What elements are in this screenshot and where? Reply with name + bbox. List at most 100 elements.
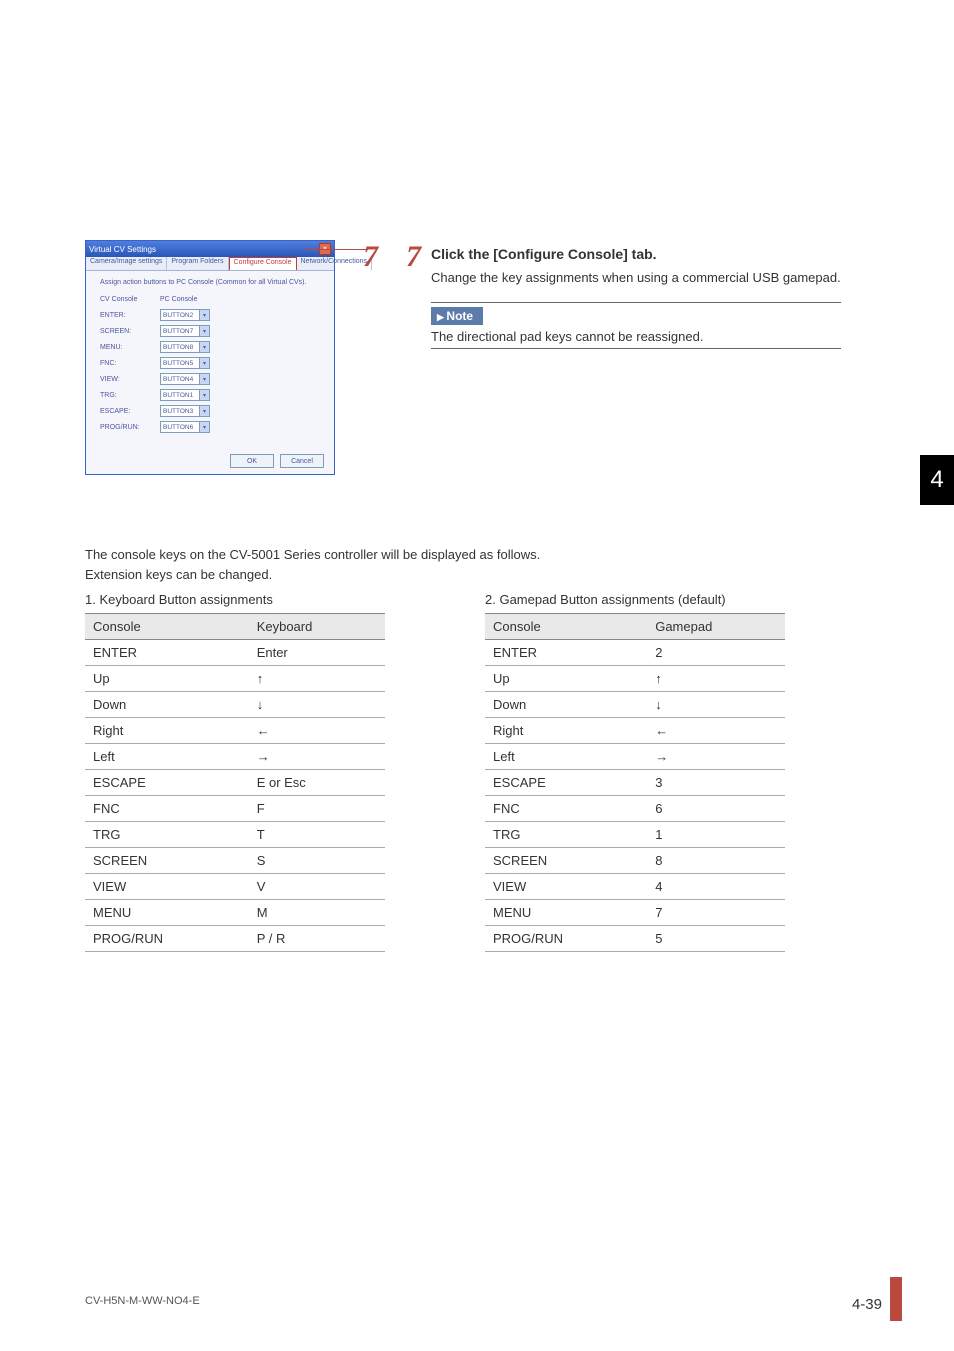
cell-value: 7: [647, 900, 785, 926]
table-row: ENTEREnter: [85, 640, 385, 666]
table-row: FNCF: [85, 796, 385, 822]
cell-console: ESCAPE: [485, 770, 647, 796]
tab-camera[interactable]: Camera/Image settings: [86, 257, 167, 270]
panel-description: Assign action buttons to PC Console (Com…: [100, 279, 320, 286]
table-row: TRGT: [85, 822, 385, 848]
chevron-down-icon: ▾: [199, 422, 209, 432]
tab-folders[interactable]: Program Folders: [167, 257, 228, 270]
table-row: FNC6: [485, 796, 785, 822]
row-label: TRG:: [100, 392, 160, 399]
cell-console: MENU: [85, 900, 249, 926]
table-row: Right←: [485, 718, 785, 744]
assignment-rows: ENTER:BUTTON2▾ SCREEN:BUTTON7▾ MENU:BUTT…: [100, 309, 320, 433]
table-row: PROG/RUN5: [485, 926, 785, 952]
button-select[interactable]: BUTTON2▾: [160, 309, 210, 321]
chevron-down-icon: ▾: [199, 342, 209, 352]
cell-value: ↓: [647, 692, 785, 718]
row-label: MENU:: [100, 344, 160, 351]
table-row: Down↓: [85, 692, 385, 718]
table-row: SCREENS: [85, 848, 385, 874]
cell-console: ENTER: [85, 640, 249, 666]
step-number-left: 7: [363, 240, 378, 274]
button-select[interactable]: BUTTON4▾: [160, 373, 210, 385]
cell-value: 3: [647, 770, 785, 796]
cell-value: ↑: [647, 666, 785, 692]
button-select[interactable]: BUTTON3▾: [160, 405, 210, 417]
table-row: ESCAPEE or Esc: [85, 770, 385, 796]
cell-console: TRG: [85, 822, 249, 848]
window-title: Virtual CV Settings: [89, 245, 156, 254]
button-select[interactable]: BUTTON1▾: [160, 389, 210, 401]
cell-value: M: [249, 900, 385, 926]
cell-value: P / R: [249, 926, 385, 952]
cell-value: S: [249, 848, 385, 874]
footer-accent-bar: [890, 1277, 902, 1321]
cell-value: →: [647, 744, 785, 770]
table2-caption: 2. Gamepad Button assignments (default): [485, 592, 785, 607]
chevron-down-icon: ▾: [199, 390, 209, 400]
note-text: The directional pad keys cannot be reass…: [431, 329, 841, 344]
cell-value: 2: [647, 640, 785, 666]
column-header-pc: PC Console: [160, 296, 197, 303]
chapter-tab: 4: [920, 455, 954, 505]
table-row: PROG/RUNP / R: [85, 926, 385, 952]
cell-console: VIEW: [85, 874, 249, 900]
cell-console: FNC: [485, 796, 647, 822]
th-console: Console: [485, 614, 647, 640]
cell-console: FNC: [85, 796, 249, 822]
chevron-down-icon: ▾: [199, 358, 209, 368]
cell-value: F: [249, 796, 385, 822]
tab-configure-console[interactable]: Configure Console: [229, 257, 297, 270]
cell-console: SCREEN: [85, 848, 249, 874]
footer-doc-id: CV-H5N-M-WW-NO4-E: [85, 1295, 200, 1307]
cell-value: Enter: [249, 640, 385, 666]
cell-value: ←: [647, 718, 785, 744]
table-row: VIEWV: [85, 874, 385, 900]
row-label: PROG/RUN:: [100, 424, 160, 431]
column-header-cv: CV Console: [100, 296, 160, 303]
chevron-down-icon: ▾: [199, 406, 209, 416]
cell-console: Up: [85, 666, 249, 692]
settings-screenshot: Virtual CV Settings × Camera/Image setti…: [85, 240, 335, 475]
cell-console: Left: [85, 744, 249, 770]
window-titlebar: Virtual CV Settings ×: [86, 241, 334, 257]
cell-console: Right: [85, 718, 249, 744]
table-row: Right←: [85, 718, 385, 744]
callout-line: [303, 249, 368, 250]
tab-strip: Camera/Image settings Program Folders Co…: [86, 257, 334, 271]
cell-value: 6: [647, 796, 785, 822]
cell-console: ESCAPE: [85, 770, 249, 796]
cancel-button[interactable]: Cancel: [280, 454, 324, 468]
cell-value: 1: [647, 822, 785, 848]
cell-console: Up: [485, 666, 647, 692]
table-row: Up↑: [85, 666, 385, 692]
cell-console: PROG/RUN: [485, 926, 647, 952]
step-title: Click the [Configure Console] tab.: [431, 246, 841, 262]
button-select[interactable]: BUTTON8▾: [160, 341, 210, 353]
table-row: Left→: [485, 744, 785, 770]
cell-console: ENTER: [485, 640, 647, 666]
tab-network[interactable]: Network/Connections: [297, 257, 373, 270]
ok-button[interactable]: OK: [230, 454, 274, 468]
table1-caption: 1. Keyboard Button assignments: [85, 592, 385, 607]
table-row: Left→: [85, 744, 385, 770]
table-row: ESCAPE3: [485, 770, 785, 796]
table-row: SCREEN8: [485, 848, 785, 874]
button-select[interactable]: BUTTON7▾: [160, 325, 210, 337]
note-rule-bottom: [431, 348, 841, 349]
chevron-down-icon: ▾: [199, 326, 209, 336]
chevron-down-icon: ▾: [199, 310, 209, 320]
button-select[interactable]: BUTTON5▾: [160, 357, 210, 369]
cell-console: PROG/RUN: [85, 926, 249, 952]
table-row: MENU7: [485, 900, 785, 926]
cell-console: VIEW: [485, 874, 647, 900]
cell-value: E or Esc: [249, 770, 385, 796]
row-label: FNC:: [100, 360, 160, 367]
table-row: VIEW4: [485, 874, 785, 900]
th-gamepad: Gamepad: [647, 614, 785, 640]
row-label: VIEW:: [100, 376, 160, 383]
cell-value: V: [249, 874, 385, 900]
th-keyboard: Keyboard: [249, 614, 385, 640]
cell-value: ↓: [249, 692, 385, 718]
button-select[interactable]: BUTTON6▾: [160, 421, 210, 433]
